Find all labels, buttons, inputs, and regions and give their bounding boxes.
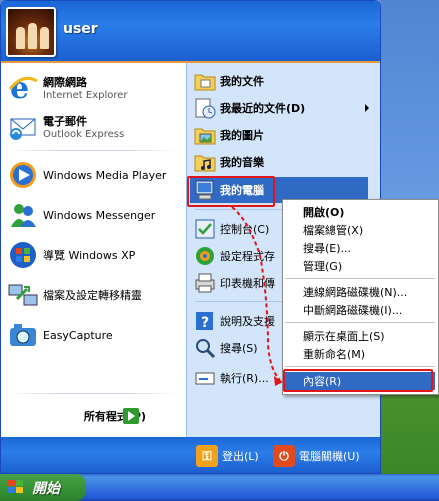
place-help-support-label: 說明及支援 xyxy=(220,315,275,328)
context-manage[interactable]: 管理(G) xyxy=(285,257,435,275)
pinned-programs-panel: e 網際網路 Internet Explorer 電子郵件 Outlook Ex… xyxy=(1,63,186,437)
easycapture-icon xyxy=(7,319,39,351)
place-search-label: 搜尋(S) xyxy=(220,342,258,355)
place-my-music-label: 我的音樂 xyxy=(220,156,264,169)
pinned-internet[interactable]: e 網際網路 Internet Explorer xyxy=(7,71,128,106)
recent-messenger-label: Windows Messenger xyxy=(43,208,156,222)
place-run[interactable]: 執行(R)... xyxy=(193,366,269,390)
recent-transfer-wizard-label: 檔案及設定轉移精靈 xyxy=(43,289,142,302)
context-explorer[interactable]: 檔案總管(X) xyxy=(285,221,435,239)
context-disconnect-drive-label: 中斷網路磁碟機(I)... xyxy=(303,304,403,317)
context-separator-3 xyxy=(285,366,435,367)
place-search[interactable]: 搜尋(S) xyxy=(193,336,258,360)
recent-transfer-wizard[interactable]: 檔案及設定轉移精靈 xyxy=(7,279,142,311)
run-icon xyxy=(193,366,217,390)
messenger-icon xyxy=(7,199,39,231)
outlook-express-icon xyxy=(7,110,39,142)
my-pictures-icon xyxy=(193,123,217,147)
context-rename[interactable]: 重新命名(M) xyxy=(285,345,435,363)
help-support-icon: ? xyxy=(193,309,217,333)
pinned-email-title: 電子郵件 xyxy=(43,114,87,128)
place-my-music[interactable]: 我的音樂 xyxy=(193,150,264,174)
pinned-internet-subtitle: Internet Explorer xyxy=(43,89,128,101)
place-help-support[interactable]: ? 說明及支援 xyxy=(193,309,275,333)
place-run-label: 執行(R)... xyxy=(220,372,269,385)
pinned-email[interactable]: 電子郵件 Outlook Express xyxy=(7,110,124,142)
recent-tour-xp-label: 導覽 Windows XP xyxy=(43,249,136,262)
shutdown-label: 電腦關機(U) xyxy=(299,450,360,463)
recent-messenger[interactable]: Windows Messenger xyxy=(7,199,155,231)
all-programs-button[interactable]: 所有程式(P) xyxy=(1,397,186,435)
recent-media-player-label: Windows Media Player xyxy=(43,168,167,182)
annotation-my-computer-box xyxy=(187,176,275,207)
set-program-access-icon xyxy=(193,244,217,268)
start-button[interactable]: 開始 xyxy=(0,474,86,501)
context-separator xyxy=(285,278,435,279)
place-program-access[interactable]: 設定程式存 xyxy=(193,244,275,268)
media-player-icon xyxy=(7,159,39,191)
place-recent-documents-label: 我最近的文件(D) xyxy=(220,102,306,115)
recent-tour-xp[interactable]: 導覽 Windows XP xyxy=(7,239,135,271)
place-my-documents-label: 我的文件 xyxy=(220,75,264,88)
context-map-drive-label: 連線網路磁碟機(N)... xyxy=(303,286,408,299)
recent-media-player[interactable]: Windows Media Player xyxy=(7,159,166,191)
pinned-email-subtitle: Outlook Express xyxy=(43,128,125,140)
context-show-on-desktop[interactable]: 顯示在桌面上(S) xyxy=(285,327,435,345)
context-open-label: 開啟(O) xyxy=(303,206,345,219)
user-avatar[interactable] xyxy=(6,7,56,57)
printers-faxes-icon xyxy=(193,271,217,295)
place-my-documents[interactable]: 我的文件 xyxy=(193,69,264,93)
context-show-on-desktop-label: 顯示在桌面上(S) xyxy=(303,330,385,343)
logoff-button[interactable]: ⚿ 登出(L) xyxy=(196,445,259,467)
control-panel-icon xyxy=(193,217,217,241)
transfer-wizard-icon xyxy=(7,279,39,311)
start-menu-header: user xyxy=(1,1,380,63)
place-printers[interactable]: 印表機和傳 xyxy=(193,271,275,295)
context-open[interactable]: 開啟(O) xyxy=(285,203,435,221)
all-programs-arrow-icon xyxy=(123,408,139,424)
place-control-panel-label: 控制台(C) xyxy=(220,223,270,236)
start-menu-footer: ⚿ 登出(L) ⏻ 電腦關機(U) xyxy=(1,437,380,473)
context-rename-label: 重新命名(M) xyxy=(303,348,366,361)
windows-logo-icon xyxy=(8,479,26,496)
power-icon: ⏻ xyxy=(273,445,295,467)
logoff-label: 登出(L) xyxy=(222,450,259,463)
place-program-access-label: 設定程式存 xyxy=(220,250,275,263)
annotation-properties-box xyxy=(283,369,433,392)
place-printers-label: 印表機和傳 xyxy=(220,277,275,290)
context-search-label: 搜尋(E)... xyxy=(303,242,352,255)
place-recent-documents[interactable]: 我最近的文件(D) xyxy=(193,96,377,120)
pinned-separator xyxy=(7,150,179,151)
my-computer-context-menu: 開啟(O) 檔案總管(X) 搜尋(E)... 管理(G) 連線網路磁碟機(N).… xyxy=(282,199,439,395)
internet-explorer-icon: e xyxy=(7,71,39,106)
context-map-drive[interactable]: 連線網路磁碟機(N)... xyxy=(285,283,435,301)
tour-xp-icon xyxy=(7,239,39,271)
recent-easycapture[interactable]: EasyCapture xyxy=(7,319,113,351)
svg-text:?: ? xyxy=(201,315,209,331)
recent-easycapture-label: EasyCapture xyxy=(43,328,113,342)
place-control-panel[interactable]: 控制台(C) xyxy=(193,217,269,241)
user-name: user xyxy=(63,21,98,37)
context-manage-label: 管理(G) xyxy=(303,260,343,273)
shutdown-button[interactable]: ⏻ 電腦關機(U) xyxy=(273,445,360,467)
all-programs-separator xyxy=(7,393,179,394)
place-my-pictures[interactable]: 我的圖片 xyxy=(193,123,264,147)
my-music-icon xyxy=(193,150,217,174)
context-separator-2 xyxy=(285,322,435,323)
place-my-pictures-label: 我的圖片 xyxy=(220,129,264,142)
start-button-label: 開始 xyxy=(32,480,60,497)
submenu-arrow-icon xyxy=(365,104,369,112)
key-icon: ⚿ xyxy=(196,445,218,467)
context-disconnect-drive[interactable]: 中斷網路磁碟機(I)... xyxy=(285,301,435,319)
recent-documents-icon xyxy=(193,96,217,120)
my-documents-icon xyxy=(193,69,217,93)
context-explorer-label: 檔案總管(X) xyxy=(303,224,364,237)
context-search[interactable]: 搜尋(E)... xyxy=(285,239,435,257)
search-icon xyxy=(193,336,217,360)
pinned-internet-title: 網際網路 xyxy=(43,75,87,89)
